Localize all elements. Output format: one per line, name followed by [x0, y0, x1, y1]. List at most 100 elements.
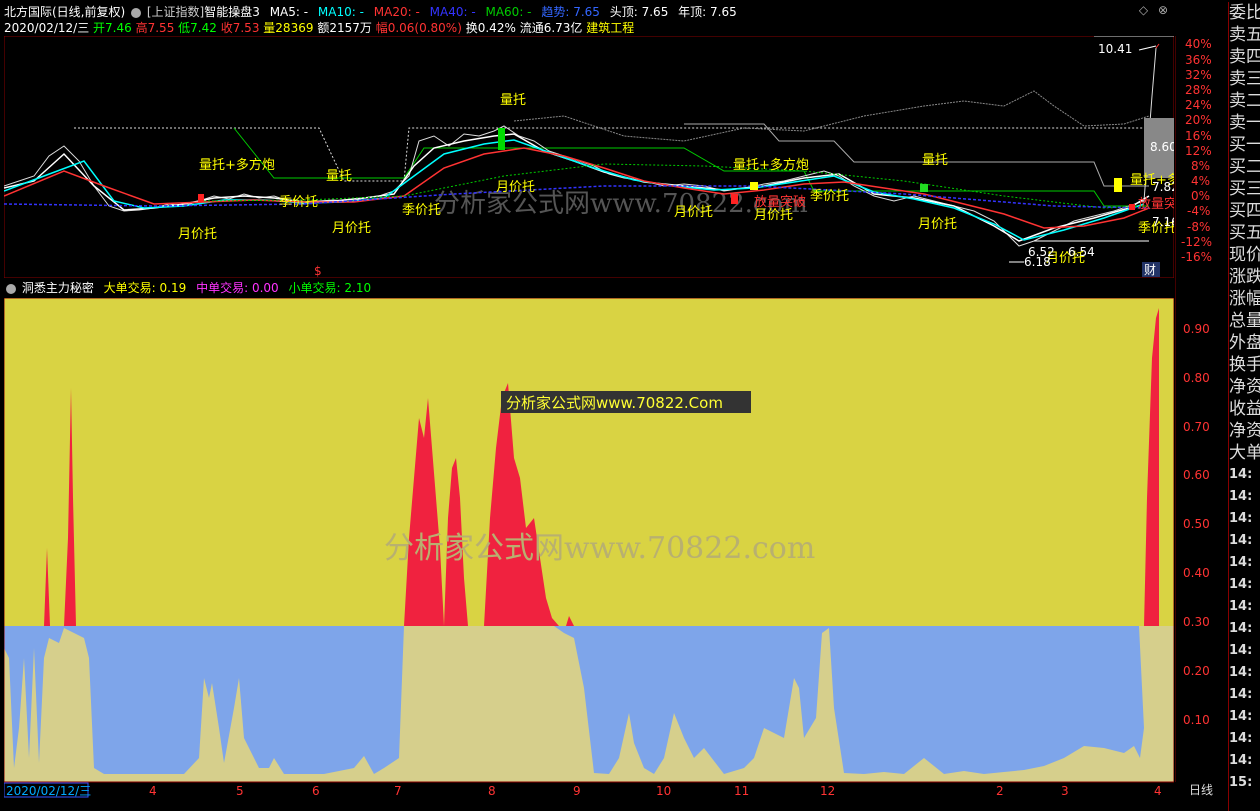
label-ji-jia-tuo-2: 季价托	[402, 203, 441, 218]
panel-change-pct: 涨幅	[1229, 289, 1260, 309]
panel-sell1: 卖一	[1229, 113, 1260, 133]
trend-label: 趋势: 7.65	[541, 5, 600, 19]
ma10-label: MA10: -	[317, 5, 364, 19]
indicator-header: 洞悉主力秘密 大单交易: 0.19 中单交易: 0.00 小单交易: 2.10	[4, 279, 371, 297]
mid-trade-value: 0.00	[251, 281, 279, 295]
kline-chart[interactable]: 分析家公式网www.70822.com 量托 量托 量托 量托+多方炮 量托+多…	[4, 36, 1174, 278]
upper-axis-tick-40: 40%	[1185, 37, 1212, 51]
panel-buy4: 买四	[1229, 201, 1260, 221]
upper-axis-tick-4: 4%	[1191, 174, 1210, 188]
small-trade-label: 小单交易:	[288, 281, 341, 295]
panel-sell5: 卖五	[1229, 25, 1260, 45]
label-price-860: 8.60	[1150, 140, 1174, 154]
panel-sell3: 卖三	[1229, 69, 1260, 89]
small-trade-value: 2.10	[344, 281, 372, 295]
settings-icon[interactable]	[131, 7, 142, 18]
label-liang-tuo-duo-1: 量托+多方炮	[199, 157, 275, 173]
label-price-654: 6.54	[1068, 245, 1095, 259]
ma20-label: MA20: -	[373, 5, 420, 19]
date-current: 2020/02/12/三	[6, 784, 91, 798]
indicator-settings-icon[interactable]	[6, 283, 16, 294]
yellow-marker-2	[1114, 178, 1122, 192]
quote-line: 2020/02/12/三 开7.46 高7.55 低7.42 收7.53 量28…	[4, 19, 634, 35]
quote-sector[interactable]: 建筑工程	[586, 21, 634, 35]
label-yue-jia-tuo-3: 月价托	[496, 180, 535, 195]
quote-date: 2020/02/12/三	[4, 21, 90, 35]
quote-float: 流通6.73亿	[519, 21, 583, 35]
panel-time-7: 14:	[1229, 599, 1253, 614]
quote-panel: 委比 卖五 卖四 卖三 卖二 卖一 买一 买二 买三 买四 买五 现价 涨跌 涨…	[1228, 2, 1260, 811]
panel-netasset: 净资	[1229, 377, 1260, 397]
year-top-label: 年顶: 7.65	[678, 5, 737, 19]
green-marker-1	[920, 184, 928, 192]
upper-axis-tick-28: 28%	[1185, 83, 1212, 97]
cai-badge: 财	[1144, 263, 1156, 277]
quote-amount: 额2157万	[317, 21, 372, 35]
label-high-price: 10.41	[1098, 42, 1132, 56]
label-ji-jia-tuo-1: 季价托	[279, 195, 318, 210]
lower-axis-tick-0.70: 0.70	[1183, 420, 1210, 434]
label-price-652: 6.52	[1028, 245, 1055, 259]
label-liang-tuo-2: 量托	[326, 169, 352, 184]
ma40-label: MA40: -	[429, 5, 476, 19]
quote-volume: 量28369	[263, 21, 314, 35]
panel-time-10: 14:	[1229, 665, 1253, 680]
formula-name[interactable]: 智能操盘3	[204, 5, 260, 19]
label-yue-jia-tuo-5: 月价托	[754, 208, 793, 223]
upper-axis-tick-12: 12%	[1185, 144, 1212, 158]
upper-axis-tick-m16: -16%	[1181, 250, 1212, 264]
watermark-box: 分析家公式网www.70822.Com	[506, 394, 723, 412]
head-top-label: 头顶: 7.65	[609, 5, 669, 19]
lower-axis-tick-0.20: 0.20	[1183, 664, 1210, 678]
lower-axis-tick-0.40: 0.40	[1183, 566, 1210, 580]
upper-yellow-zone	[4, 298, 1174, 626]
lower-axis-tick-0.90: 0.90	[1183, 322, 1210, 336]
panel-sell4: 卖四	[1229, 47, 1260, 67]
panel-time-13: 14:	[1229, 731, 1253, 746]
upper-axis-tick-m8: -8%	[1187, 220, 1210, 234]
red-marker-2	[198, 194, 204, 202]
index-label[interactable]: [上证指数]	[147, 5, 204, 19]
panel-weibi: 委比	[1229, 3, 1260, 23]
panel-time-4: 14:	[1229, 533, 1253, 548]
upper-axis-tick-m4: -4%	[1187, 204, 1210, 218]
red-marker-1	[731, 194, 738, 204]
upper-axis-tick-20: 20%	[1185, 113, 1212, 127]
quote-close: 收7.53	[220, 21, 260, 35]
indicator-name[interactable]: 洞悉主力秘密	[22, 281, 94, 295]
quote-turnover: 换0.42%	[465, 21, 516, 35]
period-label[interactable]: 日线	[1189, 783, 1213, 797]
panel-buy1: 买一	[1229, 135, 1260, 155]
upper-axis-tick-8: 8%	[1191, 159, 1210, 173]
panel-outer: 外盘	[1229, 333, 1260, 353]
label-yue-jia-tuo-2: 月价托	[332, 221, 371, 236]
label-liang-tuo-3: 量托	[922, 153, 948, 168]
window-controls: ◇ ⊗	[1139, 3, 1168, 17]
bg-watermark: 分析家公式网www.70822.com	[384, 531, 815, 566]
label-fang-liang-2: 放量突	[1138, 196, 1174, 212]
label-liang-tuo-duo-2: 量托+多方炮	[733, 157, 809, 173]
panel-time-15: 15:	[1229, 775, 1253, 790]
ma5-label: MA5: -	[269, 5, 309, 19]
upper-axis-tick-32: 32%	[1185, 68, 1212, 82]
panel-earnings: 收益	[1229, 399, 1260, 419]
dollar-badge: $	[314, 264, 322, 278]
lower-axis-tick-0.60: 0.60	[1183, 468, 1210, 482]
indicator-chart[interactable]: 分析家公式网www.70822.com 分析家公式网www.70822.Com	[4, 298, 1174, 782]
panel-time-11: 14:	[1229, 687, 1253, 702]
label-yue-jia-tuo-6: 月价托	[918, 217, 957, 232]
green-candle	[498, 128, 505, 150]
quote-change: 幅0.06(0.80%)	[375, 21, 462, 35]
panel-time-2: 14:	[1229, 489, 1253, 504]
date-tick-3: 3	[1061, 784, 1069, 798]
big-trade-value: 0.19	[159, 281, 187, 295]
panel-sell2: 卖二	[1229, 91, 1260, 111]
period-button[interactable]: 日线	[1176, 782, 1226, 798]
label-ji-jia-tuo-3: 季价托	[810, 189, 849, 204]
label-yue-jia-tuo-4: 月价托	[674, 205, 713, 220]
upper-axis-tick-m12: -12%	[1181, 235, 1212, 249]
lower-axis-tick-0.30: 0.30	[1183, 615, 1210, 629]
diamond-icon[interactable]: ◇	[1139, 3, 1148, 17]
close-icon[interactable]: ⊗	[1158, 3, 1168, 17]
stock-name[interactable]: 北方国际(日线,前复权)	[4, 5, 125, 19]
